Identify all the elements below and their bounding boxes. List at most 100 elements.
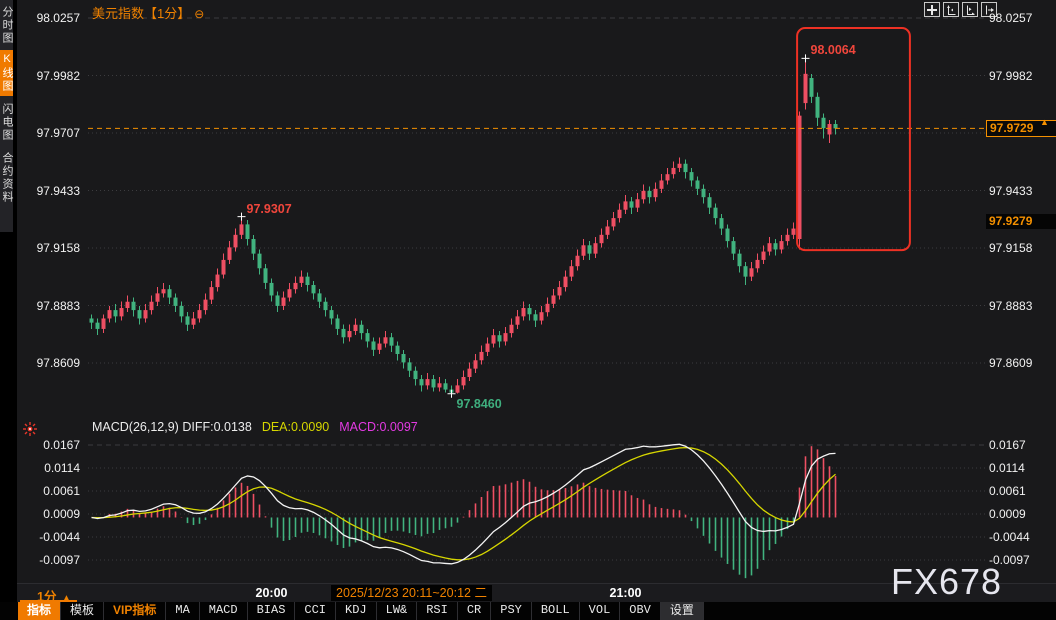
candle-body (738, 254, 742, 267)
candle-body (252, 239, 256, 254)
candle-body (174, 298, 178, 306)
candle-body (132, 302, 136, 310)
indicator-toolbar: 指标模板VIP指标MAMACDBIASCCIKDJLW&RSICRPSYBOLL… (0, 602, 1056, 620)
price-axis-label: 97.8609 (8, 355, 80, 371)
candle-body (522, 308, 526, 316)
toolbar-item-CCI[interactable]: CCI (295, 602, 336, 620)
candle-body (804, 74, 808, 103)
candle-body (834, 124, 838, 128)
candle-body (768, 243, 772, 251)
candle-body (792, 229, 796, 235)
candle-body (138, 310, 142, 318)
toolbar-item-LW&[interactable]: LW& (377, 602, 418, 620)
candle-body (492, 335, 496, 343)
candle-body (822, 118, 826, 128)
toolbar-item-模板[interactable]: 模板 (61, 602, 104, 620)
candle-body (306, 277, 310, 285)
candle-body (534, 314, 538, 320)
candle-body (96, 323, 100, 329)
candle-body (606, 226, 610, 234)
y-axis-scale-icon[interactable] (943, 2, 959, 17)
macd-diff-value: DIFF:0.0138 (182, 420, 251, 434)
price-axis-label: 97.8609 (989, 355, 1055, 371)
toolbar-item-BOLL[interactable]: BOLL (532, 602, 580, 620)
toolbar-item-MA[interactable]: MA (166, 602, 199, 620)
x-axis-scale-icon[interactable] (962, 2, 978, 17)
macd-params: MACD(26,12,9) (92, 420, 179, 434)
toolbar-item-指标[interactable]: 指标 (18, 602, 61, 620)
candle-body (342, 329, 346, 337)
toolbar-item-RSI[interactable]: RSI (417, 602, 458, 620)
highlight-box (797, 28, 910, 250)
candle-body (714, 208, 718, 218)
collapse-icon[interactable]: ⊖ (194, 7, 204, 21)
candle-body (690, 172, 694, 180)
macd-axis-label: -0.0097 (8, 552, 80, 568)
macd-axis-label: -0.0044 (989, 529, 1055, 545)
candle-body (744, 266, 748, 276)
candle-body (360, 325, 364, 333)
candle-body (630, 201, 634, 207)
macd-axis-label: 0.0167 (989, 437, 1055, 453)
candle-body (438, 383, 442, 387)
price-annotation: 98.0064 (811, 43, 856, 57)
toolbar-item-BIAS[interactable]: BIAS (248, 602, 296, 620)
pan-icon[interactable] (924, 2, 940, 17)
toolbar-item-VIP指标[interactable]: VIP指标 (104, 602, 166, 620)
toolbar-item-CR[interactable]: CR (458, 602, 491, 620)
candle-body (126, 302, 130, 308)
candle-body (246, 224, 250, 239)
candle-body (348, 331, 352, 337)
candle-body (300, 277, 304, 283)
macd-axis-label: 0.0114 (989, 460, 1055, 476)
price-axis-label: 98.0257 (989, 10, 1055, 26)
toolbar-item-VOL[interactable]: VOL (580, 602, 621, 620)
candle-body (192, 318, 196, 324)
candle-body (432, 379, 436, 387)
candle-body (444, 383, 448, 389)
toolbar-item-OBV[interactable]: OBV (620, 602, 661, 620)
candle-body (120, 308, 124, 316)
candle-body (144, 310, 148, 318)
macd-alert-icon[interactable] (23, 422, 37, 436)
price-axis-label: 97.9158 (989, 240, 1055, 256)
candle-body (762, 252, 766, 260)
price-tag: 97.9279 (986, 214, 1056, 229)
toolbar-item-设置[interactable]: 设置 (661, 602, 704, 620)
candle-body (114, 310, 118, 316)
candle-body (498, 335, 502, 341)
candle-body (672, 168, 676, 174)
diff-line (92, 444, 836, 563)
candle-body (552, 295, 556, 303)
price-macd-plot[interactable] (0, 0, 1056, 601)
sidebar-tab-4[interactable]: 合约资料 (0, 148, 13, 208)
candle-body (750, 268, 754, 276)
candle-body (282, 298, 286, 306)
candle-body (636, 199, 640, 207)
toolbar-item-PSY[interactable]: PSY (491, 602, 532, 620)
watermark: FX678 (891, 561, 1002, 603)
candle-body (420, 379, 424, 385)
price-axis-label: 97.8883 (989, 298, 1055, 314)
candle-body (336, 318, 340, 328)
candle-body (156, 293, 160, 301)
candle-body (696, 180, 700, 188)
candle-body (720, 218, 724, 228)
candle-body (558, 287, 562, 295)
candle-body (390, 337, 394, 345)
candle-body (642, 191, 646, 199)
dea-line (92, 448, 836, 560)
candle-body (396, 346, 400, 354)
toolbar-item-KDJ[interactable]: KDJ (336, 602, 377, 620)
candle-body (240, 224, 244, 234)
candle-body (318, 293, 322, 301)
macd-axis-label: 0.0009 (8, 506, 80, 522)
candle-body (162, 289, 166, 293)
candle-body (516, 316, 520, 324)
candle-body (216, 275, 220, 288)
candle-body (588, 245, 592, 253)
candle-body (480, 352, 484, 360)
macd-dea-value: DEA:0.0090 (262, 420, 329, 434)
price-axis-label: 98.0257 (8, 10, 80, 26)
toolbar-item-MACD[interactable]: MACD (200, 602, 248, 620)
